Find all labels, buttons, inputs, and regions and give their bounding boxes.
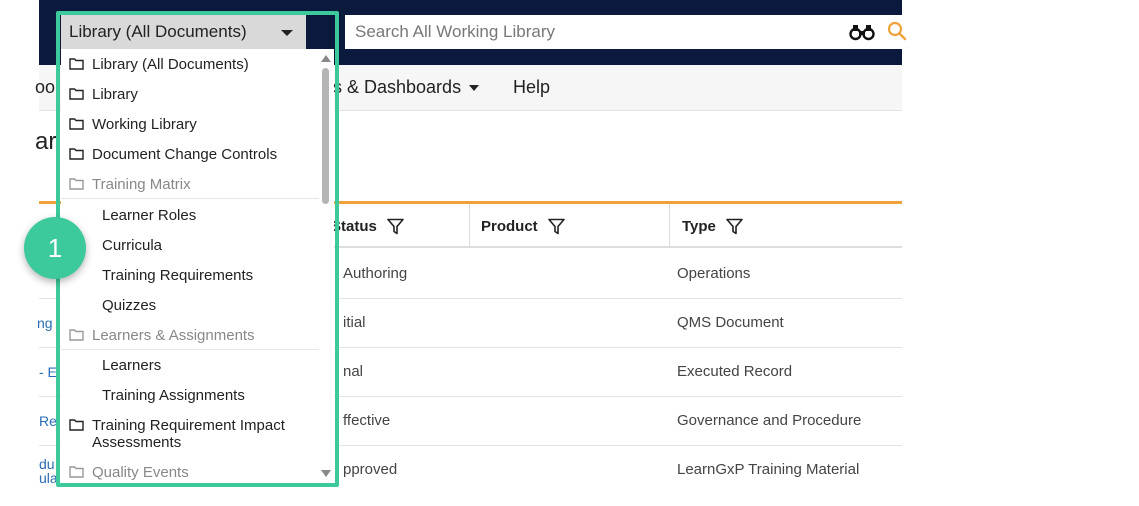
scope-select[interactable]: Library (All Documents) bbox=[61, 15, 306, 49]
column-header-status[interactable]: Status bbox=[331, 204, 404, 248]
menu-item-training-requirement-impact-assessments[interactable]: Training Requirement Impact Assessments bbox=[61, 417, 319, 451]
folder-icon bbox=[69, 148, 84, 160]
step-callout-badge: 1 bbox=[24, 217, 86, 279]
column-divider bbox=[669, 204, 670, 248]
folder-icon bbox=[69, 178, 84, 190]
menu-item-learner-roles[interactable]: Learner Roles bbox=[61, 207, 319, 224]
filter-icon[interactable] bbox=[387, 218, 404, 235]
column-header-label: Product bbox=[481, 217, 538, 235]
filter-icon[interactable] bbox=[726, 218, 743, 235]
menu-group-training-matrix: Training Matrix bbox=[61, 176, 319, 193]
caret-down-icon bbox=[281, 30, 293, 36]
status-cell: pproved bbox=[343, 461, 398, 478]
column-header-label: Status bbox=[331, 217, 377, 235]
title-link[interactable]: Re bbox=[39, 413, 57, 429]
title-link-line2[interactable]: ula bbox=[39, 470, 58, 486]
menu-item-label: Quizzes bbox=[102, 297, 157, 314]
menu-item-learners[interactable]: Learners bbox=[61, 357, 319, 374]
menu-item-label: Training Requirements bbox=[102, 267, 254, 284]
search-icon[interactable] bbox=[887, 21, 907, 41]
column-header-type[interactable]: Type bbox=[682, 204, 743, 248]
folder-icon bbox=[69, 419, 84, 431]
nav-reports-label: s & Dashboards bbox=[333, 77, 462, 97]
status-cell: nal bbox=[343, 363, 364, 380]
folder-icon bbox=[69, 58, 84, 70]
page-title: ar bbox=[35, 128, 57, 155]
title-link[interactable]: - E bbox=[39, 364, 57, 380]
menu-item-curricula[interactable]: Curricula bbox=[61, 237, 319, 254]
nav-item-partial[interactable]: oo bbox=[35, 77, 55, 98]
menu-item-training-requirements[interactable]: Training Requirements bbox=[61, 267, 319, 284]
folder-icon bbox=[69, 329, 84, 341]
menu-item-label: Library bbox=[92, 86, 138, 103]
menu-item-training-assignments[interactable]: Training Assignments bbox=[61, 387, 319, 404]
scroll-up-arrow-icon[interactable] bbox=[321, 55, 331, 62]
type-cell: QMS Document bbox=[677, 314, 784, 331]
caret-down-icon bbox=[469, 85, 480, 92]
menu-item-library-all[interactable]: Library (All Documents) bbox=[61, 56, 319, 73]
scope-select-value: Library (All Documents) bbox=[69, 22, 247, 41]
type-cell: Executed Record bbox=[677, 363, 793, 380]
menu-item-label: Library (All Documents) bbox=[92, 56, 249, 73]
menu-item-label: Working Library bbox=[92, 116, 197, 133]
type-cell: LearnGxP Training Material bbox=[677, 461, 860, 478]
search-box bbox=[345, 15, 922, 49]
column-header-label: Type bbox=[682, 217, 716, 235]
nav-item-reports-dashboards[interactable]: s & Dashboards bbox=[333, 77, 480, 98]
status-cell: itial bbox=[343, 314, 366, 331]
column-header-product[interactable]: Product bbox=[481, 204, 565, 248]
menu-divider bbox=[61, 198, 319, 199]
menu-item-working-library[interactable]: Working Library bbox=[61, 116, 319, 133]
menu-item-library[interactable]: Library bbox=[61, 86, 319, 103]
menu-item-quizzes[interactable]: Quizzes bbox=[61, 297, 319, 314]
menu-divider bbox=[61, 349, 319, 350]
menu-group-label: Quality Events bbox=[92, 464, 189, 481]
scope-dropdown-menu: Library (All Documents) Library Working … bbox=[61, 49, 334, 482]
menu-group-learners-assignments: Learners & Assignments bbox=[61, 327, 319, 344]
menu-group-label: Training Matrix bbox=[92, 176, 191, 193]
scrollbar-thumb[interactable] bbox=[322, 68, 329, 204]
status-cell: Authoring bbox=[343, 265, 408, 282]
filter-icon[interactable] bbox=[547, 218, 565, 235]
column-divider bbox=[469, 204, 470, 248]
scroll-down-arrow-icon[interactable] bbox=[321, 470, 331, 477]
menu-item-label: Learner Roles bbox=[102, 207, 197, 224]
type-cell: Operations bbox=[677, 265, 751, 282]
menu-group-quality-events: Quality Events bbox=[61, 464, 319, 481]
menu-item-label: Curricula bbox=[102, 237, 163, 254]
status-cell: ffective bbox=[343, 412, 391, 429]
menu-item-label: Learners bbox=[102, 357, 162, 374]
folder-icon bbox=[69, 88, 84, 100]
search-input[interactable] bbox=[355, 15, 835, 49]
nav-item-help[interactable]: Help bbox=[513, 77, 550, 98]
menu-item-label: Training Assignments bbox=[102, 387, 245, 404]
menu-item-label: Training Requirement Impact Assessments bbox=[92, 417, 285, 451]
folder-icon bbox=[69, 466, 84, 478]
type-cell: Governance and Procedure bbox=[677, 412, 862, 429]
title-link[interactable]: ng bbox=[37, 315, 53, 331]
menu-item-document-change-controls[interactable]: Document Change Controls bbox=[61, 146, 319, 163]
binoculars-icon[interactable] bbox=[849, 23, 875, 41]
menu-group-label: Learners & Assignments bbox=[92, 327, 255, 344]
menu-item-label: Document Change Controls bbox=[92, 146, 278, 163]
folder-icon bbox=[69, 118, 84, 130]
